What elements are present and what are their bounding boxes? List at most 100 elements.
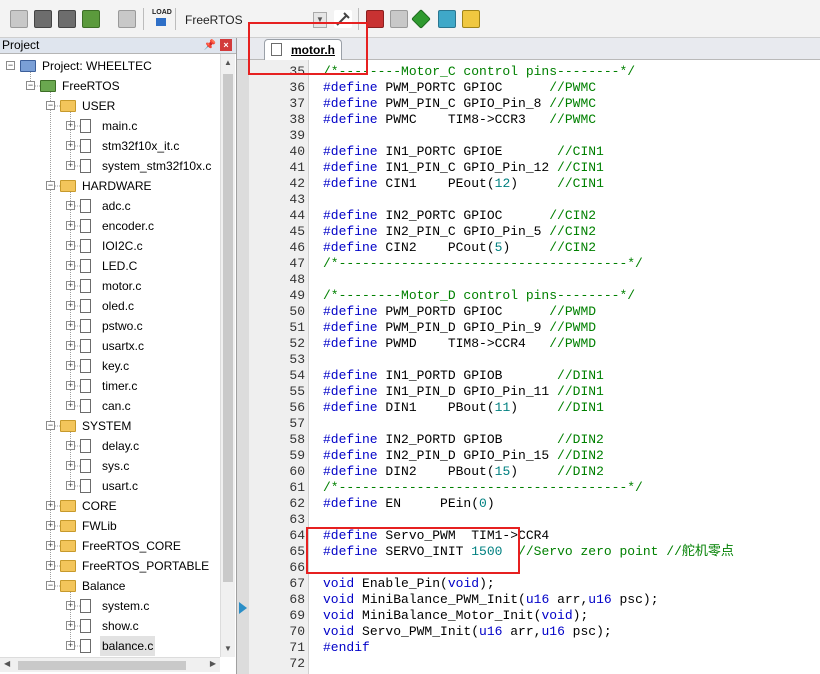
scroll-down-icon[interactable]: ▼	[224, 644, 232, 653]
rebuild-icon[interactable]	[58, 10, 76, 28]
code-line[interactable]: #define DIN1 PBout(11) //DIN1	[323, 400, 604, 416]
select-packs-icon[interactable]	[438, 10, 456, 28]
tree-item-file[interactable]: + balance.c	[0, 636, 220, 656]
tree-item-file[interactable]: + delay.c	[0, 436, 220, 456]
expand-icon[interactable]: +	[66, 161, 75, 170]
expand-icon[interactable]: +	[66, 641, 75, 650]
tree-item-group[interactable]: − HARDWARE	[0, 176, 220, 196]
code-line[interactable]: void Servo_PWM_Init(u16 arr,u16 psc);	[323, 624, 612, 640]
code-line[interactable]: #define IN2_PORTD GPIOB //DIN2	[323, 432, 604, 448]
scroll-up-icon[interactable]: ▲	[224, 58, 232, 67]
run-time-env-icon[interactable]	[462, 10, 480, 28]
code-line[interactable]: /*--------Motor_D control pins--------*/	[323, 288, 635, 304]
code-line[interactable]: #define IN2_PIN_D GPIO_Pin_15 //DIN2	[323, 448, 604, 464]
file-extensions-icon[interactable]	[390, 10, 408, 28]
expand-icon[interactable]: +	[66, 441, 75, 450]
tree-item-group[interactable]: − USER	[0, 96, 220, 116]
scrollbar-thumb[interactable]	[18, 661, 186, 670]
translate-icon[interactable]	[10, 10, 28, 28]
collapse-icon[interactable]: −	[46, 101, 55, 110]
code-line[interactable]: #endif	[323, 640, 370, 656]
code-line[interactable]: void Enable_Pin(void);	[323, 576, 495, 592]
expand-icon[interactable]: +	[66, 621, 75, 630]
tree-item-group[interactable]: + CORE	[0, 496, 220, 516]
code-line[interactable]: #define PWM_PIN_C GPIO_Pin_8 //PWMC	[323, 96, 596, 112]
expand-icon[interactable]: +	[66, 481, 75, 490]
code-line[interactable]: #define PWMD TIM8->CCR4 //PWMD	[323, 336, 596, 352]
code-line[interactable]: #define PWMC TIM8->CCR3 //PWMC	[323, 112, 596, 128]
expand-icon[interactable]: +	[66, 361, 75, 370]
tree-item-file[interactable]: + timer.c	[0, 376, 220, 396]
code-line[interactable]: #define EN PEin(0)	[323, 496, 495, 512]
expand-icon[interactable]: +	[66, 461, 75, 470]
tree-item-group[interactable]: + FreeRTOS_PORTABLE	[0, 556, 220, 576]
collapse-icon[interactable]: −	[46, 581, 55, 590]
code-area[interactable]: /*--------Motor_C control pins--------*/…	[309, 60, 820, 674]
code-line[interactable]: #define PWM_PORTC GPIOC //PWMC	[323, 80, 596, 96]
expand-icon[interactable]: +	[66, 281, 75, 290]
tree-item-group[interactable]: − Balance	[0, 576, 220, 596]
code-line[interactable]: #define IN1_PORTC GPIOE //CIN1	[323, 144, 604, 160]
scrollbar-thumb[interactable]	[223, 74, 233, 582]
stop-build-icon[interactable]	[118, 10, 136, 28]
tree-item-file[interactable]: + stm32f10x_it.c	[0, 136, 220, 156]
tree-item-file[interactable]: + IOI2C.c	[0, 236, 220, 256]
tree-item-file[interactable]: + adc.c	[0, 196, 220, 216]
expand-icon[interactable]: +	[66, 301, 75, 310]
batch-build-icon[interactable]	[82, 10, 100, 28]
tree-item-file[interactable]: + show.c	[0, 616, 220, 636]
tree-item-file[interactable]: + system.c	[0, 596, 220, 616]
expand-icon[interactable]: +	[46, 501, 55, 510]
expand-icon[interactable]: +	[66, 601, 75, 610]
expand-icon[interactable]: +	[66, 321, 75, 330]
tree-item-group[interactable]: − SYSTEM	[0, 416, 220, 436]
tree-item-group[interactable]: + FWLib	[0, 516, 220, 536]
tree-item-file[interactable]: + system_stm32f10x.c	[0, 156, 220, 176]
collapse-icon[interactable]: −	[26, 81, 35, 90]
tree-item-file[interactable]: + can.c	[0, 396, 220, 416]
tree-item-file[interactable]: + pstwo.c	[0, 316, 220, 336]
tree-item-file[interactable]: + main.c	[0, 116, 220, 136]
close-icon[interactable]: ×	[220, 39, 232, 51]
scroll-right-icon[interactable]: ▶	[210, 659, 216, 668]
tree-item-file[interactable]: + key.c	[0, 356, 220, 376]
code-line[interactable]: /*--------Motor_C control pins--------*/	[323, 64, 635, 80]
expand-icon[interactable]: +	[66, 221, 75, 230]
pack-installer-icon[interactable]	[411, 9, 431, 29]
tree-item-file[interactable]: + LED.C	[0, 256, 220, 276]
expand-icon[interactable]: +	[66, 261, 75, 270]
expand-icon[interactable]: +	[66, 201, 75, 210]
build-icon[interactable]	[34, 10, 52, 28]
code-line[interactable]: #define PWM_PIN_D GPIO_Pin_9 //PWMD	[323, 320, 596, 336]
code-line[interactable]: #define CIN2 PCout(5) //CIN2	[323, 240, 596, 256]
code-line[interactable]: #define CIN1 PEout(12) //CIN1	[323, 176, 604, 192]
code-line[interactable]: void MiniBalance_Motor_Init(void);	[323, 608, 588, 624]
tree-item-file[interactable]: + usart.c	[0, 476, 220, 496]
pin-icon[interactable]: 📌	[204, 38, 216, 53]
code-line[interactable]: #define IN1_PORTD GPIOB //DIN1	[323, 368, 604, 384]
expand-icon[interactable]: +	[66, 241, 75, 250]
tree-item-file[interactable]: + sys.c	[0, 456, 220, 476]
code-line[interactable]: /*-------------------------------------*…	[323, 256, 643, 272]
breakpoint-gutter[interactable]	[237, 60, 249, 674]
code-line[interactable]: /*-------------------------------------*…	[323, 480, 643, 496]
tree-item-group[interactable]: − FreeRTOS	[0, 76, 220, 96]
manage-components-icon[interactable]	[366, 10, 384, 28]
tree-item-file[interactable]: + encoder.c	[0, 216, 220, 236]
code-line[interactable]: #define DIN2 PBout(15) //DIN2	[323, 464, 604, 480]
expand-icon[interactable]: +	[46, 541, 55, 550]
horizontal-scrollbar[interactable]: ◀ ▶	[0, 657, 220, 672]
code-line[interactable]: #define IN1_PIN_D GPIO_Pin_11 //DIN1	[323, 384, 604, 400]
expand-icon[interactable]: +	[46, 521, 55, 530]
code-line[interactable]: #define IN1_PIN_C GPIO_Pin_12 //CIN1	[323, 160, 604, 176]
tree-item-file[interactable]: + oled.c	[0, 296, 220, 316]
tree-item-group[interactable]: + FreeRTOS_CORE	[0, 536, 220, 556]
expand-icon[interactable]: +	[66, 381, 75, 390]
tree-item-file[interactable]: + usartx.c	[0, 336, 220, 356]
load-button[interactable]: LOAD	[152, 9, 172, 29]
collapse-icon[interactable]: −	[6, 61, 15, 70]
collapse-icon[interactable]: −	[46, 181, 55, 190]
code-line[interactable]: #define PWM_PORTD GPIOC //PWMD	[323, 304, 596, 320]
code-line[interactable]: #define IN2_PIN_C GPIO_Pin_5 //CIN2	[323, 224, 596, 240]
code-line[interactable]: void MiniBalance_PWM_Init(u16 arr,u16 ps…	[323, 592, 659, 608]
